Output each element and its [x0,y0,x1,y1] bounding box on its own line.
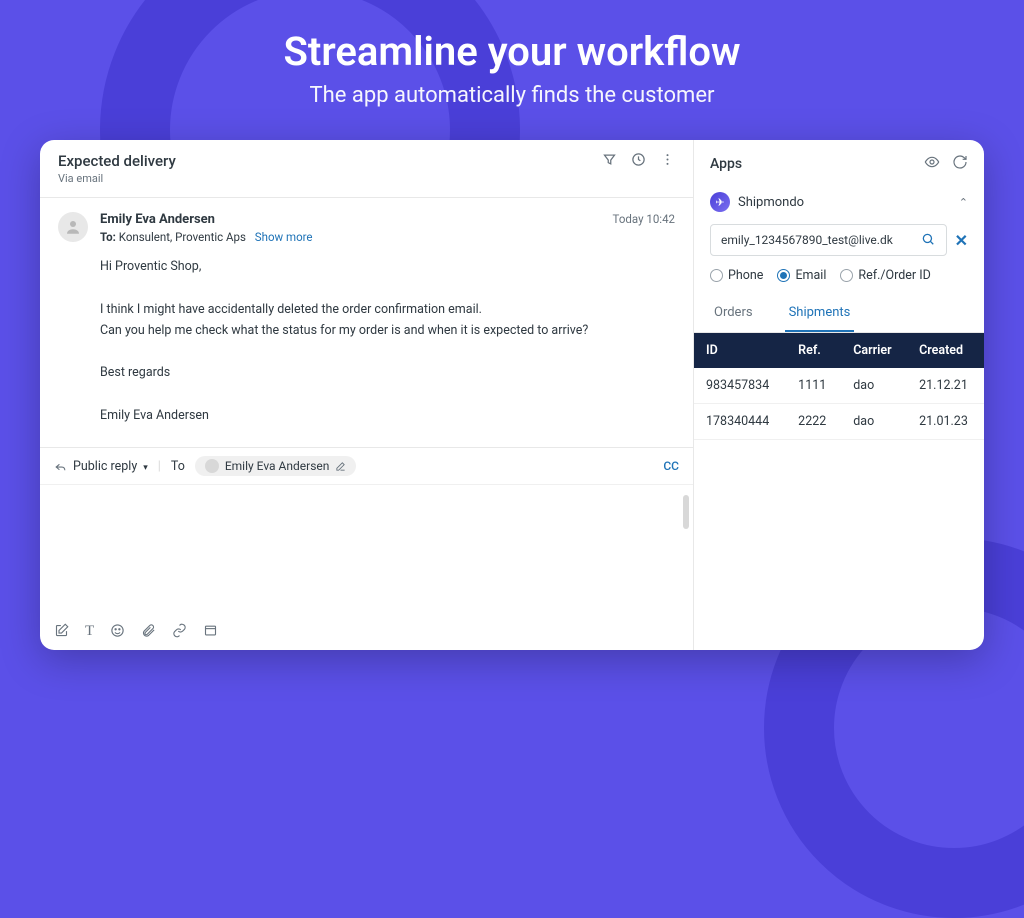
col-carrier: Carrier [841,333,907,368]
show-more-link[interactable]: Show more [255,230,313,244]
shipments-table: IDRef.CarrierCreated 9834578341111dao21.… [694,333,984,440]
col-created: Created [907,333,984,368]
search-input[interactable] [721,233,916,247]
attach-icon[interactable] [141,623,156,642]
col-ref: Ref. [786,333,841,368]
message-time: Today 10:42 [613,212,675,226]
to-value: Konsulent, Proventic Aps [119,230,246,244]
apps-title: Apps [710,156,742,172]
link-icon[interactable] [172,623,187,642]
eye-icon[interactable] [924,154,940,174]
radio-ref-order-id[interactable]: Ref./Order ID [840,268,930,283]
tab-shipments[interactable]: Shipments [785,297,855,332]
to-label: To: [100,230,116,244]
table-row[interactable]: 1783404442222dao21.01.23 [694,404,984,440]
refresh-icon[interactable] [952,154,968,174]
table-row[interactable]: 9834578341111dao21.12.21 [694,368,984,404]
message-body: Hi Proventic Shop, I think I might have … [100,256,675,426]
cc-button[interactable]: CC [663,459,679,473]
more-icon[interactable] [660,152,675,171]
reply-to-label: To [171,459,185,474]
history-icon[interactable] [631,152,646,171]
reply-type-dropdown[interactable]: Public reply [54,459,148,474]
text-format-icon[interactable]: T [85,623,94,642]
message-from: Emily Eva Andersen [100,212,215,227]
hero-title: Streamline your workflow [0,28,1024,75]
embed-icon[interactable] [203,623,218,642]
clear-search-button[interactable]: ✕ [955,231,968,250]
ticket-via: Via email [58,172,176,185]
avatar [58,212,88,242]
hero-subtitle: The app automatically finds the customer [0,83,1024,108]
ticket-title: Expected delivery [58,152,176,170]
tab-orders[interactable]: Orders [710,297,757,332]
shipmondo-logo-icon: ✈ [710,192,730,212]
app-name: Shipmondo [738,195,951,210]
reply-editor[interactable] [40,485,693,615]
filter-icon[interactable] [602,152,617,171]
compose-icon[interactable] [54,623,69,642]
col-id: ID [694,333,786,368]
radio-phone[interactable]: Phone [710,268,763,283]
radio-email[interactable]: Email [777,268,826,283]
app-window: Expected delivery Via email Emily Eva An… [40,140,984,650]
chevron-up-icon: ⌃ [959,196,968,209]
recipient-chip[interactable]: Emily Eva Andersen [195,456,357,476]
app-card-toggle[interactable]: ✈ Shipmondo ⌃ [694,184,984,220]
emoji-icon[interactable] [110,623,125,642]
search-icon[interactable] [916,231,940,250]
